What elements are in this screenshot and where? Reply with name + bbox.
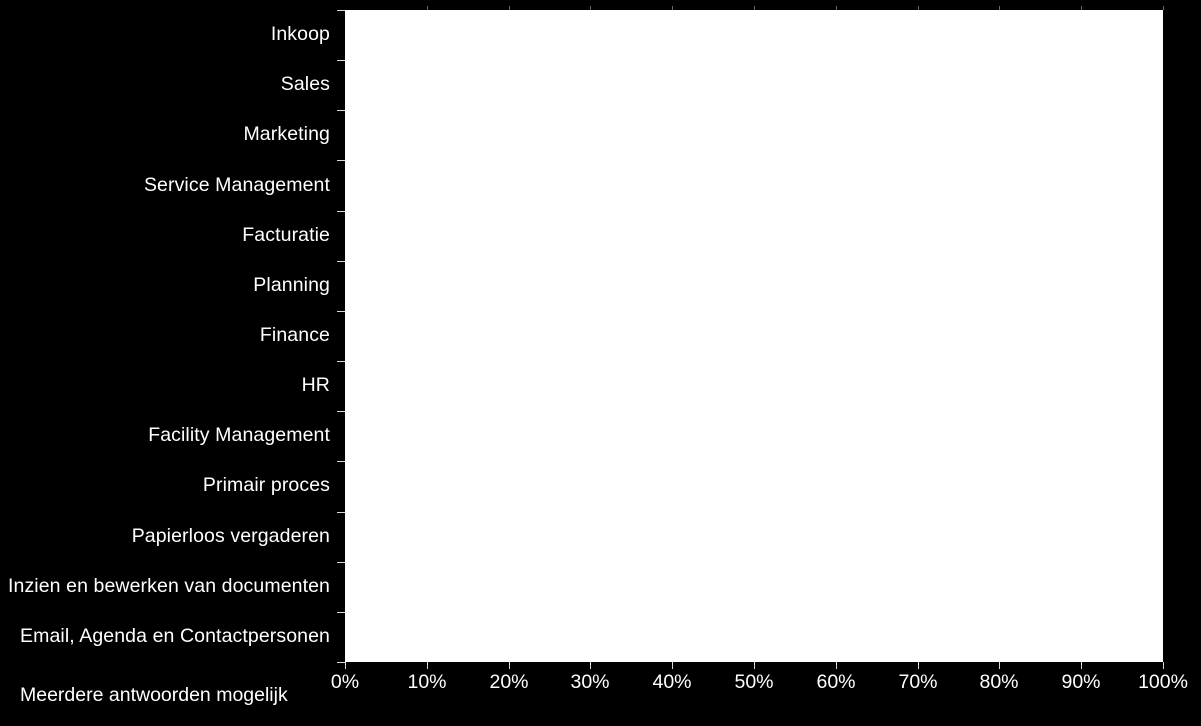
value-tick xyxy=(836,662,837,669)
axis-title: Meerdere antwoorden mogelijk xyxy=(20,684,288,706)
value-tick xyxy=(918,662,919,669)
category-label: Service Management xyxy=(143,173,330,196)
value-tick xyxy=(590,662,591,669)
value-tick-label: 70% xyxy=(898,671,938,693)
value-tick-top xyxy=(836,6,837,10)
value-tick-label: 100% xyxy=(1138,671,1188,693)
category-label: Sales xyxy=(280,73,330,96)
value-tick-label: 90% xyxy=(1061,671,1101,693)
value-tick xyxy=(1163,662,1164,669)
value-tick-label: 0% xyxy=(330,671,360,693)
value-tick-top xyxy=(672,6,673,10)
plot-area xyxy=(345,10,1163,662)
value-tick-top xyxy=(999,6,1000,10)
value-tick-label: 40% xyxy=(652,671,692,693)
category-tick xyxy=(337,211,345,212)
value-tick-top xyxy=(1163,6,1164,10)
category-label: Email, Agenda en Contactpersonen xyxy=(20,624,330,647)
category-tick xyxy=(337,562,345,563)
value-tick xyxy=(1081,662,1082,669)
value-axis: 0% 10% 20% 30% 40% 50% 60% 70% 80% 90% 100% xyxy=(331,662,1188,726)
value-tick xyxy=(509,662,510,669)
category-tick xyxy=(337,512,345,513)
category-tick xyxy=(337,411,345,412)
category-label: Papierloos vergaderen xyxy=(131,524,330,547)
category-tick xyxy=(337,311,345,312)
value-tick xyxy=(345,662,346,669)
category-tick xyxy=(337,261,345,262)
category-label: Marketing xyxy=(243,123,330,146)
value-tick-label: 30% xyxy=(570,671,610,693)
category-tick xyxy=(337,110,345,111)
value-tick xyxy=(999,662,1000,669)
category-label: Planning xyxy=(253,273,330,296)
value-tick-label: 50% xyxy=(734,671,774,693)
value-tick-top xyxy=(590,6,591,10)
value-tick-label: 60% xyxy=(816,671,856,693)
category-label: Facility Management xyxy=(148,424,330,447)
category-tick xyxy=(337,361,345,362)
bar-chart: Inkoop Sales Marketing Service Management Fa… xyxy=(0,0,1201,726)
value-tick-top xyxy=(427,6,428,10)
category-label: HR xyxy=(301,374,330,397)
category-label: Finance xyxy=(259,324,330,346)
category-tick xyxy=(337,60,345,61)
category-tick xyxy=(337,10,345,11)
category-label: Inkoop xyxy=(270,23,330,46)
value-tick-label: 20% xyxy=(489,671,529,693)
category-label: Facturatie xyxy=(242,223,330,246)
value-tick-top xyxy=(754,6,755,10)
category-label: Primair proces xyxy=(202,474,330,497)
category-label: Inzien en bewerken van documenten xyxy=(7,574,330,597)
value-tick-top xyxy=(918,6,919,10)
category-tick xyxy=(337,612,345,613)
value-tick-top xyxy=(509,6,510,10)
category-axis: Inkoop Sales Marketing Service Management Fa… xyxy=(0,10,345,663)
value-tick-top xyxy=(1081,6,1082,10)
value-tick xyxy=(672,662,673,669)
value-tick xyxy=(754,662,755,669)
value-tick-label: 80% xyxy=(979,671,1019,693)
category-tick xyxy=(337,662,345,663)
value-tick xyxy=(427,662,428,669)
value-tick-label: 10% xyxy=(407,671,447,693)
category-tick xyxy=(337,461,345,462)
category-tick xyxy=(337,160,345,161)
